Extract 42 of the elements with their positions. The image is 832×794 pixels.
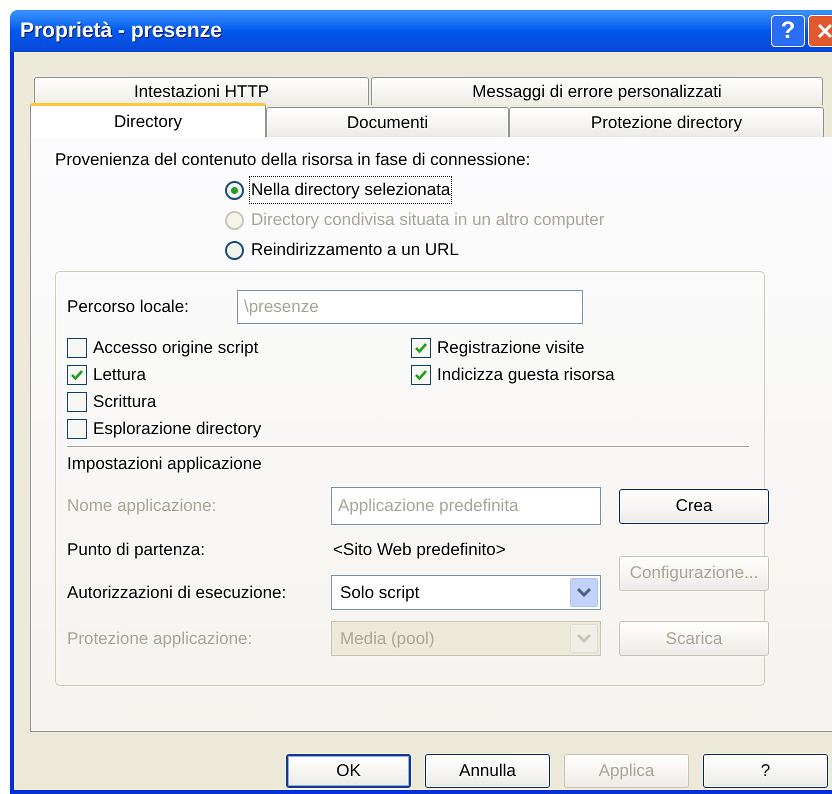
checkbox-label: Scrittura [93,390,156,413]
checkbox[interactable] [67,418,87,438]
checkbox-label: Lettura [93,364,146,386]
dialog-button[interactable]: ? [703,754,828,788]
dialog-button[interactable]: OK [286,754,411,788]
checkbox[interactable] [411,338,431,358]
checkbox-label: Esplorazione directory [93,418,262,440]
dialog-button[interactable]: Annulla [425,754,550,788]
field-label: Nome applicazione: [67,495,218,518]
checkmark-icon [70,368,84,382]
close-button[interactable] [808,15,832,47]
field-label: Protezione applicazione: [67,628,254,650]
checkbox[interactable] [411,364,431,384]
radio-label: Reindirizzamento a un URL [250,239,460,262]
field-label: Autorizzazioni di esecuzione: [67,582,288,604]
checkmark-icon [414,340,428,354]
checkbox[interactable] [67,338,87,358]
checkbox-label: Accesso origine script [93,336,258,359]
radio-button[interactable] [225,240,244,260]
radio-button[interactable] [225,180,244,200]
close-icon [816,22,832,40]
field-label: Percorso locale: [67,296,190,318]
tab[interactable]: Documenti [266,107,509,137]
window-title: Proprietà - presenze [20,18,223,44]
tab[interactable]: Messaggi di errore personalizzati [371,77,823,105]
checkmark-icon [414,368,428,382]
checkbox[interactable] [67,364,87,384]
section-title: Impostazioni applicazione [67,453,263,475]
radio-label: Nella directory selezionata [250,177,452,203]
dropdown[interactable]: Solo script [331,575,601,610]
checkbox[interactable] [67,392,87,412]
field-label: Punto di partenza: [67,539,206,562]
checkbox-label: Registrazione visite [437,336,584,359]
dialog-button[interactable]: Crea [619,488,769,524]
value-text: <Sito Web predefinito> [332,539,507,562]
help-button[interactable]: ? [771,15,805,47]
tab[interactable]: Protezione directory [509,107,824,137]
tab[interactable]: Intestazioni HTTP [34,77,369,105]
checkbox-label: Indicizza guesta risorsa [437,364,615,386]
radio-label: Directory condivisa situata in un altro computer [250,209,606,232]
tab[interactable]: Directory [30,103,266,137]
source-label: Provenienza del contenuto della risorsa in fase di connessione: [55,149,532,171]
